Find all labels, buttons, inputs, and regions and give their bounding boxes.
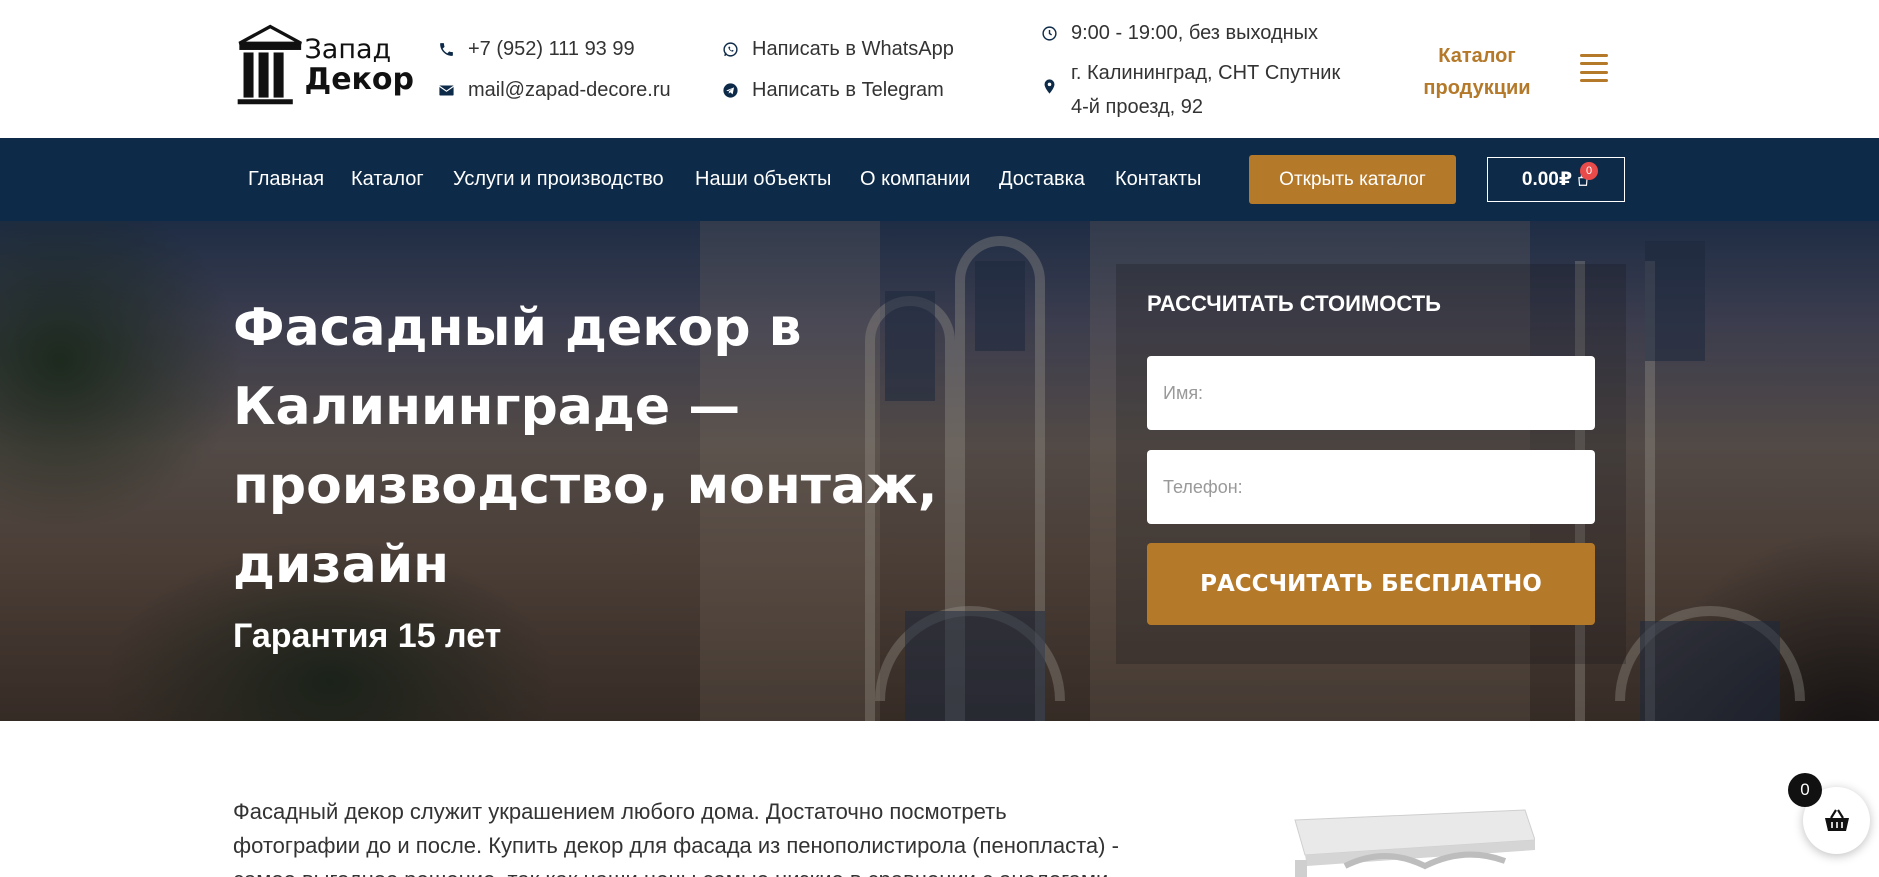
top-header: Запад Декор +7 (952) 111 93 99 mail@zapa…	[0, 0, 1879, 138]
whatsapp-icon	[720, 40, 740, 60]
phone-link[interactable]: +7 (952) 111 93 99	[436, 38, 635, 61]
nav-item-services[interactable]: Услуги и производство	[453, 168, 664, 191]
calculate-cost-form: РАССЧИТАТЬ СТОИМОСТЬ РАССЧИТАТЬ БЕСПЛАТН…	[1116, 264, 1626, 664]
email-text: mail@zapad-decore.ru	[468, 79, 671, 101]
telegram-icon	[720, 81, 740, 101]
address: г. Калининград, СНТ Спутник 4-й проезд, …	[1039, 62, 1340, 124]
nav-item-contacts[interactable]: Контакты	[1115, 168, 1201, 191]
address-line2: 4-й проезд, 92	[1071, 96, 1204, 118]
hamburger-menu-icon[interactable]	[1580, 54, 1608, 82]
logo[interactable]: Запад Декор	[236, 17, 414, 113]
address-line1: г. Калининград, СНТ Спутник	[1071, 62, 1341, 84]
phone-text: +7 (952) 111 93 99	[468, 38, 635, 60]
basket-icon	[1824, 808, 1849, 831]
phone-icon	[436, 40, 456, 60]
open-catalog-button[interactable]: Открыть каталог	[1249, 155, 1456, 204]
floating-cart-count-badge: 0	[1788, 773, 1822, 807]
catalog-link-line2: продукции	[1423, 77, 1531, 99]
intro-paragraph: Фасадный декор служит украшением любого …	[233, 799, 1119, 877]
hero-title: Фасадный декор в Калининграде — производ…	[233, 298, 938, 595]
whatsapp-link[interactable]: Написать в WhatsApp	[720, 38, 954, 61]
telegram-link[interactable]: Написать в Telegram	[720, 79, 944, 102]
nav-item-about[interactable]: О компании	[860, 168, 970, 191]
catalog-link-line1: Каталог	[1438, 45, 1516, 67]
envelope-icon	[436, 81, 456, 101]
hero-section: Фасадный декор в Калининграде — производ…	[0, 221, 1879, 721]
nav-item-delivery[interactable]: Доставка	[999, 168, 1085, 191]
hero-subtitle: Гарантия 15 лет	[233, 617, 502, 655]
decor-product-image	[1294, 809, 1535, 877]
catalog-products-link[interactable]: Каталог продукции	[1410, 40, 1544, 104]
hours-text: 9:00 - 19:00, без выходных	[1071, 22, 1319, 44]
nav-item-catalog[interactable]: Каталог	[351, 168, 424, 191]
calculate-free-button[interactable]: РАССЧИТАТЬ БЕСПЛАТНО	[1147, 543, 1595, 625]
map-pin-icon	[1039, 76, 1059, 96]
cart-button[interactable]: 0.00₽ 0	[1487, 157, 1625, 202]
cart-total: 0.00₽	[1521, 169, 1573, 190]
nav-item-objects[interactable]: Наши объекты	[695, 168, 831, 191]
column-logo-icon	[237, 24, 302, 105]
logo-text-line2: Декор	[304, 61, 414, 97]
form-title: РАССЧИТАТЬ СТОИМОСТЬ	[1147, 291, 1441, 316]
main-nav: Главная Каталог Услуги и производство На…	[0, 138, 1879, 221]
working-hours: 9:00 - 19:00, без выходных	[1039, 22, 1318, 45]
cart-count-badge: 0	[1580, 162, 1598, 180]
logo-text-line1: Запад	[304, 33, 392, 65]
clock-icon	[1039, 24, 1059, 44]
nav-item-home[interactable]: Главная	[248, 168, 324, 191]
whatsapp-text: Написать в WhatsApp	[752, 38, 954, 60]
phone-input[interactable]	[1147, 450, 1595, 524]
name-input[interactable]	[1147, 356, 1595, 430]
telegram-text: Написать в Telegram	[752, 79, 944, 101]
email-link[interactable]: mail@zapad-decore.ru	[436, 79, 671, 102]
